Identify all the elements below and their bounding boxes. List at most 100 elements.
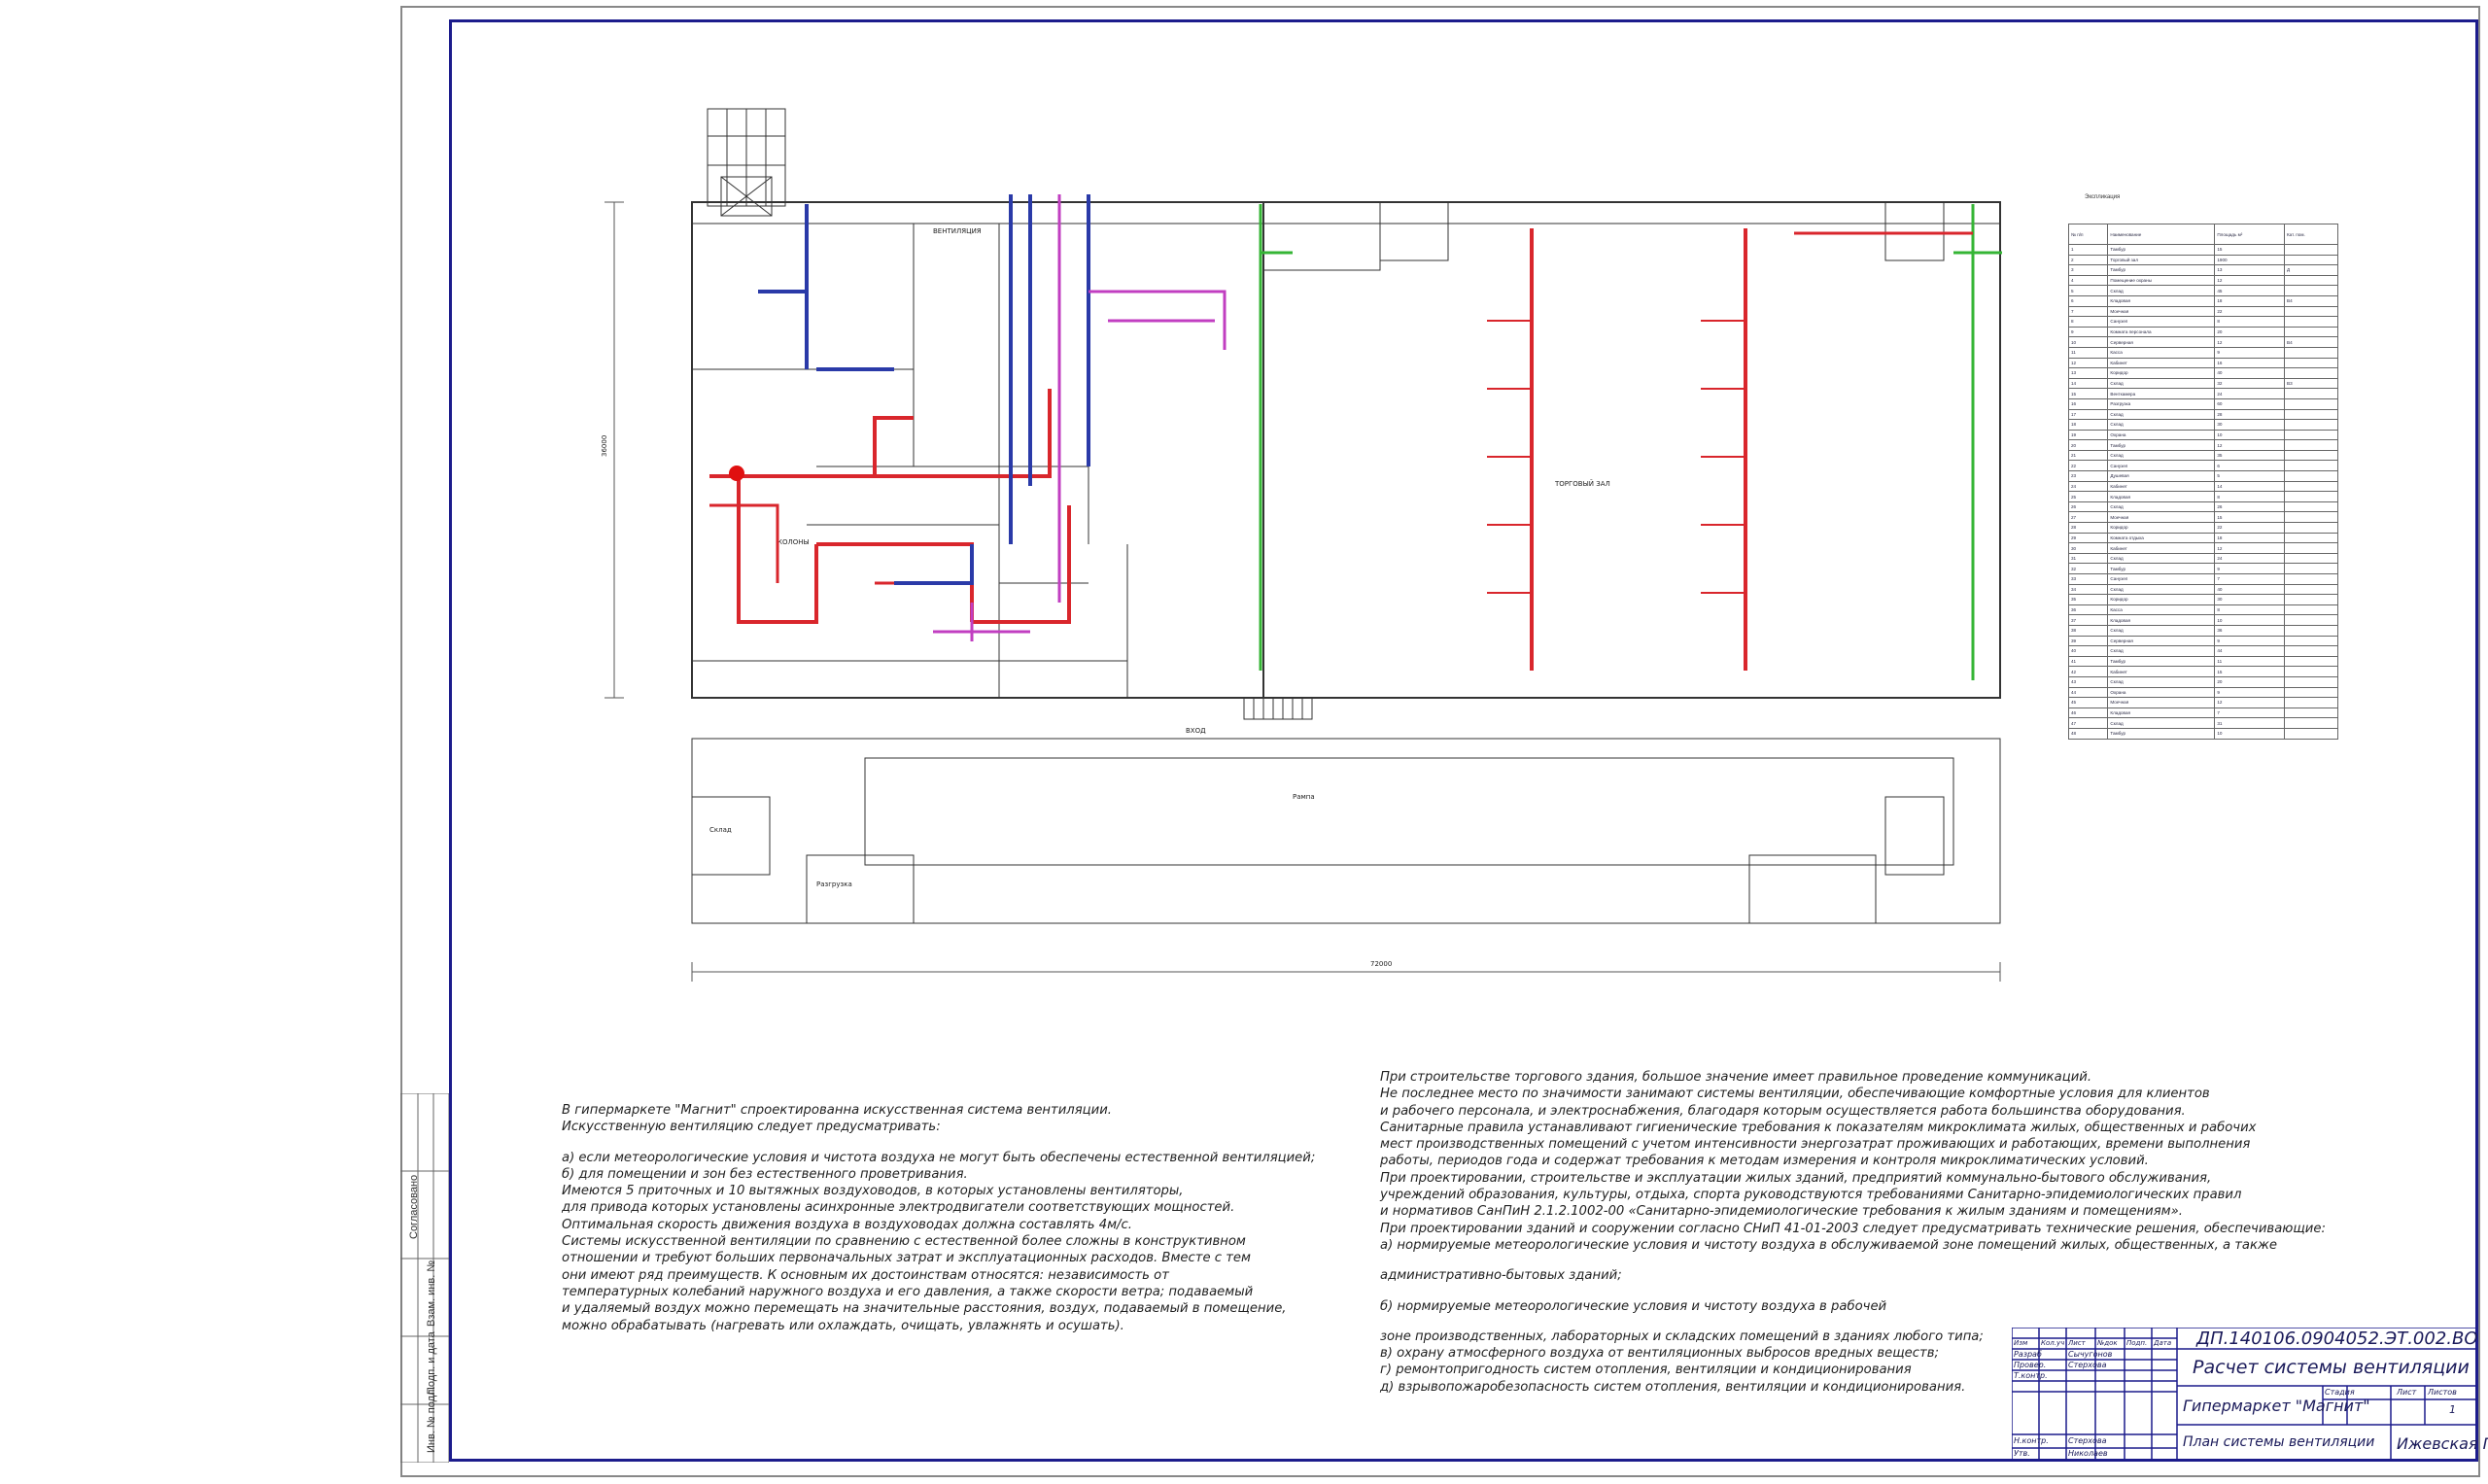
spec-cell-name: Коридор [2107, 367, 2216, 379]
spec-cell-cat [2284, 388, 2338, 399]
spec-cell-name: Помещение охраны [2107, 274, 2216, 287]
spec-cell-area: 22 [2214, 522, 2285, 534]
spec-cell-area: 24 [2214, 552, 2285, 565]
note-line: При проектировании, строительстве и эксп… [1380, 1170, 2212, 1186]
spec-header-name: Наименование [2107, 224, 2216, 245]
spec-cell-area: 14 [2214, 480, 2285, 493]
spec-table-row: 14 Склад 32 В3 [2067, 377, 2338, 390]
spec-cell-num: 19 [2067, 429, 2109, 441]
spec-cell-num: 46 [2067, 707, 2109, 719]
spec-table-row: 40 Склад 44 [2067, 645, 2338, 657]
spec-cell-area: 20 [2214, 675, 2285, 688]
spec-cell-cat [2284, 604, 2338, 616]
note-line: и удаляемый воздух можно перемещать на з… [562, 1301, 1287, 1317]
spec-cell-num: 7 [2067, 305, 2109, 318]
spec-cell-cat [2284, 583, 2338, 596]
spec-table-row: 18 Склад 30 [2067, 419, 2338, 431]
spec-table-row: 27 Моечная 15 [2067, 511, 2338, 524]
spec-cell-name: Склад [2107, 624, 2216, 637]
spec-cell-name: Моечная [2107, 511, 2216, 524]
spec-table-row: 39 Серверная 9 [2067, 635, 2338, 647]
spec-cell-name: Тамбур [2107, 655, 2216, 668]
spec-cell-name: Склад [2107, 552, 2216, 565]
spec-cell-area: 12 [2214, 439, 2285, 451]
spec-cell-cat: В4 [2284, 294, 2338, 307]
role-tcontrol: Т.контр. [2014, 1371, 2048, 1380]
spec-cell-name: Кладовая [2107, 491, 2216, 502]
spec-cell-cat [2284, 439, 2338, 451]
spec-cell-cat [2284, 244, 2338, 256]
spec-table-row: 42 Кабинет 15 [2067, 666, 2338, 677]
spec-cell-cat [2284, 542, 2338, 554]
col-header-sign: Подп. [2126, 1339, 2148, 1347]
spec-cell-num: 30 [2067, 542, 2109, 554]
spec-table-row: 43 Склад 20 [2067, 675, 2338, 688]
spec-cell-area: 10 [2214, 727, 2285, 740]
spec-cell-area: 35 [2214, 449, 2285, 462]
spec-cell-cat [2284, 666, 2338, 677]
spec-cell-cat [2284, 511, 2338, 524]
spec-cell-area: 15 [2214, 511, 2285, 524]
spec-cell-area: 9 [2214, 686, 2285, 699]
spec-cell-num: 39 [2067, 635, 2109, 647]
spec-cell-cat [2284, 552, 2338, 565]
spec-cell-num: 26 [2067, 500, 2109, 513]
spec-cell-cat: Д [2284, 264, 2338, 276]
name-checker: Стерхова [2068, 1361, 2107, 1369]
spec-cell-num: 12 [2067, 357, 2109, 369]
spec-cell-num: 42 [2067, 666, 2109, 677]
spec-cell-cat [2284, 274, 2338, 287]
spec-header-num: № п/п [2067, 224, 2109, 245]
spec-cell-cat [2284, 532, 2338, 544]
spec-cell-name: Разгрузка [2107, 397, 2216, 410]
spec-cell-cat [2284, 645, 2338, 657]
spec-cell-cat [2284, 357, 2338, 369]
spec-cell-area: 8 [2214, 316, 2285, 328]
spec-cell-name: Кабинет [2107, 357, 2216, 369]
spec-cell-area: 12 [2214, 697, 2285, 708]
spec-cell-num: 2 [2067, 254, 2109, 266]
col-header-doc: №док [2097, 1339, 2118, 1347]
spec-cell-cat [2284, 408, 2338, 421]
spec-cell-area: 40 [2214, 583, 2285, 596]
spec-cell-cat [2284, 419, 2338, 431]
note-line: При проектировании зданий и сооружении с… [1380, 1221, 2326, 1236]
spec-table-row: 13 Коридор 40 [2067, 367, 2338, 379]
spec-cell-num: 11 [2067, 346, 2109, 359]
note-line: Системы искусственной вентиляции по срав… [562, 1234, 1246, 1250]
spec-cell-name: Склад [2107, 377, 2216, 390]
spec-table-row: 31 Склад 24 [2067, 552, 2338, 565]
spec-cell-num: 28 [2067, 522, 2109, 534]
spec-cell-name: Коридор [2107, 522, 2216, 534]
spec-cell-name: Касса [2107, 604, 2216, 616]
spec-cell-num: 23 [2067, 470, 2109, 482]
spec-cell-name: Склад [2107, 717, 2216, 729]
spec-cell-num: 22 [2067, 460, 2109, 472]
spec-cell-area: 60 [2214, 397, 2285, 410]
dimension-bottom: 72000 [1370, 960, 1392, 968]
spec-cell-num: 44 [2067, 686, 2109, 699]
spec-cell-area: 28 [2214, 408, 2285, 421]
spec-table-row: 11 Касса 9 [2067, 346, 2338, 359]
spec-cell-cat [2284, 305, 2338, 318]
spec-cell-num: 9 [2067, 326, 2109, 338]
spec-cell-name: Душевая [2107, 470, 2216, 482]
spec-cell-num: 45 [2067, 697, 2109, 708]
note-line: работы, периодов года и содержат требова… [1380, 1154, 2149, 1169]
spec-cell-cat [2284, 697, 2338, 708]
room-label: КОЛОНЫ [778, 538, 810, 546]
note-line: Не последнее место по значимости занимаю… [1380, 1087, 2210, 1102]
spec-cell-cat [2284, 429, 2338, 441]
spec-table-row: 24 Кабинет 14 [2067, 480, 2338, 493]
spec-table-row: 28 Коридор 22 [2067, 522, 2338, 534]
note-line: В гипермаркете "Магнит" спроектированна … [562, 1103, 1112, 1118]
note-line [562, 1136, 1315, 1150]
spec-cell-cat [2284, 316, 2338, 328]
rooftop-unit [707, 108, 786, 217]
col-header-izm: Изм [2014, 1339, 2028, 1347]
spec-table-row: 10 Серверная 12 В4 [2067, 336, 2338, 348]
fan-unit-marker [729, 466, 744, 481]
spec-cell-name: Склад [2107, 583, 2216, 596]
spec-table-row: 6 Кладовая 18 В4 [2067, 294, 2338, 307]
spec-cell-name: Тамбур [2107, 264, 2216, 276]
